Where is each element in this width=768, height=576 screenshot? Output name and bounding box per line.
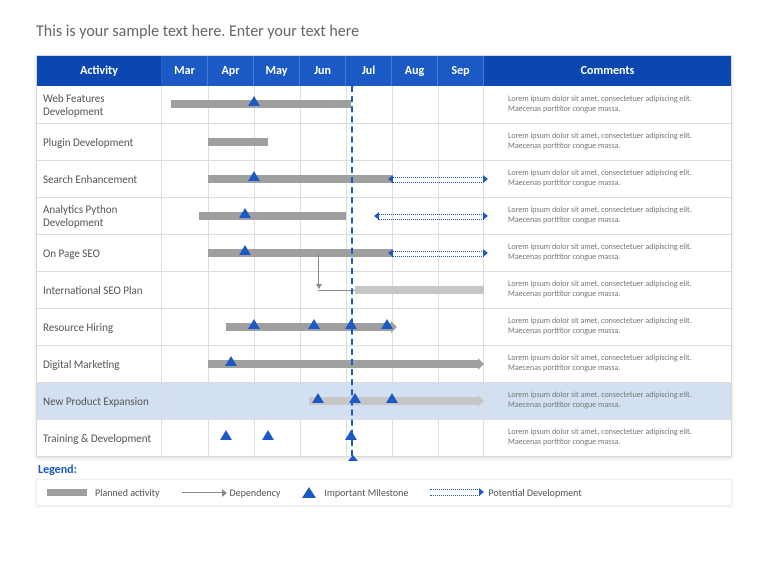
legend-title: Legend: [38,463,732,477]
planned-bar [199,212,346,220]
activity-name: Web Features Development [37,86,162,123]
header-activity: Activity [37,56,162,86]
milestone-icon [308,319,320,329]
milestone-icon [345,319,357,329]
table-row: Training & Development Lorem ipsum dolor … [37,419,731,456]
activity-timeline [162,309,484,345]
legend-potential-label: Potential Development [488,486,581,499]
activity-name: Digital Marketing [37,346,162,382]
table-row: International SEO Plan Lorem ipsum dolor … [37,271,731,308]
header-month: May [254,56,300,86]
planned-bar [208,175,392,183]
table-row: Web Features Development Lorem ipsum dolo… [37,86,731,123]
legend-planned-label: Planned activity [95,486,160,499]
activity-comment: Lorem ipsum dolor sit amet, consectetuer… [484,124,731,160]
planned-bar [208,360,478,368]
milestone-icon [381,319,393,329]
dotted-arrow-icon [430,489,480,496]
table-row: Analytics Python Development Lorem ipsum … [37,197,731,234]
page-title: This is your sample text here. Enter you… [36,22,732,41]
header-month: Jun [300,56,346,86]
activity-comment: Lorem ipsum dolor sit amet, consectetuer… [484,346,731,382]
planned-bar [171,100,350,108]
header-month: Sep [438,56,484,86]
activity-comment: Lorem ipsum dolor sit amet, consectetuer… [484,272,731,308]
milestone-icon [239,245,251,255]
legend-potential: Potential Development [430,486,581,499]
header-months: MarAprMayJunJulAugSep [162,56,484,86]
milestone-icon [220,430,232,440]
gantt-chart: Activity MarAprMayJunJulAugSep Comments … [36,55,732,457]
header-month: Aug [392,56,438,86]
activity-comment: Lorem ipsum dolor sit amet, consectetuer… [484,309,731,345]
table-row: Plugin Development Lorem ipsum dolor sit … [37,123,731,160]
header-month: Apr [208,56,254,86]
table-row: On Page SEO Lorem ipsum dolor sit amet, c… [37,234,731,271]
legend-dependency-label: Dependency [230,486,281,499]
activity-name: Analytics Python Development [37,198,162,234]
activity-timeline [162,272,484,308]
legend-milestone: Important Milestone [302,486,408,499]
activity-name: On Page SEO [37,235,162,271]
potential-dev-icon [392,251,484,257]
table-row: Resource Hiring Lorem ipsum dolor sit ame… [37,308,731,345]
activity-timeline [162,161,484,197]
activity-timeline [162,198,484,234]
table-row: Digital Marketing Lorem ipsum dolor sit a… [37,345,731,382]
milestone-icon [248,171,260,181]
milestone-icon [262,430,274,440]
activity-comment: Lorem ipsum dolor sit amet, consectetuer… [484,235,731,271]
triangle-icon [302,487,316,498]
milestone-icon [225,356,237,366]
activity-comment: Lorem ipsum dolor sit amet, consectetuer… [484,161,731,197]
activity-timeline [162,86,484,123]
milestone-icon [349,393,361,403]
planned-bar [208,249,392,257]
planned-bar [208,138,268,146]
milestone-icon [386,393,398,403]
gantt-rows: Web Features Development Lorem ipsum dolo… [37,86,731,456]
header-month: Mar [162,56,208,86]
activity-comment: Lorem ipsum dolor sit amet, consectetuer… [484,86,731,123]
potential-dev-icon [392,177,484,183]
activity-comment: Lorem ipsum dolor sit amet, consectetuer… [484,420,731,456]
header-comments: Comments [484,56,731,86]
activity-comment: Lorem ipsum dolor sit amet, consectetuer… [484,383,731,419]
milestone-icon [239,208,251,218]
bar-icon [47,489,87,496]
header-month: Jul [346,56,392,86]
activity-timeline [162,124,484,160]
activity-name: New Product Expansion [37,383,162,419]
legend-milestone-label: Important Milestone [324,486,408,499]
activity-name: Search Enhancement [37,161,162,197]
activity-name: Resource Hiring [37,309,162,345]
activity-timeline [162,383,484,419]
gantt-header: Activity MarAprMayJunJulAugSep Comments [37,56,731,86]
table-row: Search Enhancement Lorem ipsum dolor sit … [37,160,731,197]
milestone-icon [345,430,357,440]
legend: Planned activity Dependency Important Mi… [36,479,732,506]
milestone-icon [248,96,260,106]
activity-timeline [162,346,484,382]
legend-planned: Planned activity [47,486,160,499]
table-row: New Product Expansion Lorem ipsum dolor s… [37,382,731,419]
dependency-arrow-icon [318,254,319,284]
activity-comment: Lorem ipsum dolor sit amet, consectetuer… [484,198,731,234]
activity-timeline [162,235,484,271]
legend-dependency: Dependency [182,486,281,499]
potential-dev-icon [378,214,484,220]
milestone-icon [248,319,260,329]
arrow-icon [182,492,222,493]
activity-timeline [162,420,484,456]
activity-name: Training & Development [37,420,162,456]
planned-bar [355,286,484,294]
activity-name: International SEO Plan [37,272,162,308]
milestone-icon [312,393,324,403]
activity-name: Plugin Development [37,124,162,160]
